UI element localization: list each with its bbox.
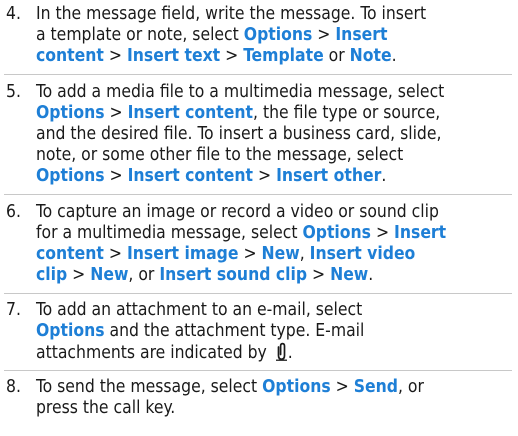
step-text: In the message field, write the message.…	[36, 4, 512, 67]
menu-command: Insert	[335, 25, 388, 45]
instruction-steps: 4. In the message field, write the messa…	[0, 0, 518, 436]
step-line: note, or some other file to the message,…	[36, 145, 512, 166]
step-text: To send the message, select Options > Se…	[36, 377, 512, 419]
step-line: a template or note, select Options > Ins…	[36, 25, 512, 46]
menu-command: Insert content	[127, 166, 254, 186]
step-text-segment: In the message field, write the message.…	[36, 4, 427, 24]
path-separator: >	[103, 244, 127, 264]
step-text-segment: and the desired file. To insert a busine…	[36, 124, 442, 144]
path-separator: >	[104, 103, 128, 123]
paperclip-icon	[275, 342, 288, 367]
menu-command: Options	[36, 321, 105, 341]
menu-command: Insert	[394, 223, 447, 243]
step-text-segment: .	[391, 46, 397, 66]
step-text-segment: To add a media file to a multimedia mess…	[36, 82, 445, 102]
step-line: content > Insert image > New, Insert vid…	[36, 244, 512, 265]
step-text-segment: , or	[397, 377, 424, 397]
path-separator: >	[307, 265, 331, 285]
step-line: In the message field, write the message.…	[36, 4, 512, 25]
path-separator: >	[238, 244, 262, 264]
step-text-segment: , or	[128, 265, 160, 285]
menu-command: Insert sound clip	[159, 265, 308, 285]
step-text-segment: To add an attachment to an e-mail, selec…	[36, 300, 363, 320]
step-text-segment: .	[368, 265, 374, 285]
step-text-segment: and the attachment type. E-mail	[104, 321, 365, 341]
menu-command: Send	[353, 377, 398, 397]
step-text: To add an attachment to an e-mail, selec…	[36, 300, 512, 367]
step-5: 5. To add a media file to a multimedia m…	[0, 82, 512, 187]
step-text-segment: press the call key.	[36, 398, 176, 418]
step-line: Options and the attachment type. E-mail	[36, 321, 512, 342]
menu-command: Insert content	[127, 103, 254, 123]
step-line: attachments are indicated by .	[36, 342, 512, 367]
path-separator: >	[253, 166, 277, 186]
step-number: 5.	[6, 82, 21, 102]
divider	[4, 370, 512, 371]
menu-command: Template	[243, 46, 324, 66]
step-text-segment: note, or some other file to the message,…	[36, 145, 404, 165]
step-6: 6. To capture an image or record a video…	[0, 202, 512, 286]
step-number: 4.	[6, 4, 21, 24]
path-separator: >	[312, 25, 336, 45]
path-separator: >	[220, 46, 244, 66]
menu-command: Options	[36, 166, 105, 186]
menu-command: Insert image	[126, 244, 239, 264]
step-number: 8.	[6, 377, 21, 397]
menu-command: Insert text	[126, 46, 221, 66]
menu-command: clip	[36, 265, 68, 285]
path-separator: >	[67, 265, 91, 285]
path-separator: >	[103, 46, 127, 66]
step-line: Options > Insert content > Insert other.	[36, 166, 512, 187]
step-line: Options > Insert content, the file type …	[36, 103, 512, 124]
step-7: 7. To add an attachment to an e-mail, se…	[0, 300, 512, 367]
step-text-segment: a template or note, select	[36, 25, 244, 45]
step-text-segment: , the file type or source,	[253, 103, 441, 123]
step-text-segment: for a multimedia message, select	[36, 223, 303, 243]
divider	[4, 74, 512, 75]
menu-command: Note	[349, 46, 392, 66]
path-separator: >	[371, 223, 395, 243]
divider	[4, 293, 512, 294]
step-line: To add an attachment to an e-mail, selec…	[36, 300, 512, 321]
step-line: for a multimedia message, select Options…	[36, 223, 512, 244]
menu-command: content	[36, 46, 104, 66]
step-text-segment: attachments are indicated by	[36, 343, 272, 363]
step-line: To capture an image or record a video or…	[36, 202, 512, 223]
step-text: To capture an image or record a video or…	[36, 202, 512, 286]
step-line: content > Insert text > Template or Note…	[36, 46, 512, 67]
menu-command: New	[261, 244, 300, 264]
step-text-segment: ,	[299, 244, 310, 264]
path-separator: >	[330, 377, 354, 397]
menu-command: Options	[36, 103, 105, 123]
menu-command: New	[330, 265, 369, 285]
step-4: 4. In the message field, write the messa…	[0, 4, 512, 67]
menu-command: Options	[302, 223, 371, 243]
step-text-segment: To send the message, select	[36, 377, 263, 397]
step-text-segment: or	[323, 46, 350, 66]
path-separator: >	[104, 166, 128, 186]
menu-command: New	[90, 265, 129, 285]
step-text: To add a media file to a multimedia mess…	[36, 82, 512, 187]
step-text-segment: .	[287, 343, 293, 363]
menu-command: Insert other	[276, 166, 382, 186]
step-line: clip > New, or Insert sound clip > New.	[36, 265, 512, 286]
step-line: To send the message, select Options > Se…	[36, 377, 512, 398]
step-8: 8. To send the message, select Options >…	[0, 377, 512, 419]
step-line: and the desired file. To insert a busine…	[36, 124, 512, 145]
divider	[4, 194, 512, 195]
menu-command: content	[36, 244, 104, 264]
step-text-segment: To capture an image or record a video or…	[36, 202, 439, 222]
menu-command: Options	[262, 377, 331, 397]
step-line: press the call key.	[36, 398, 512, 419]
step-number: 6.	[6, 202, 21, 222]
step-text-segment: .	[381, 166, 387, 186]
menu-command: Insert video	[309, 244, 416, 264]
step-number: 7.	[6, 300, 21, 320]
menu-command: Options	[243, 25, 313, 45]
step-line: To add a media file to a multimedia mess…	[36, 82, 512, 103]
